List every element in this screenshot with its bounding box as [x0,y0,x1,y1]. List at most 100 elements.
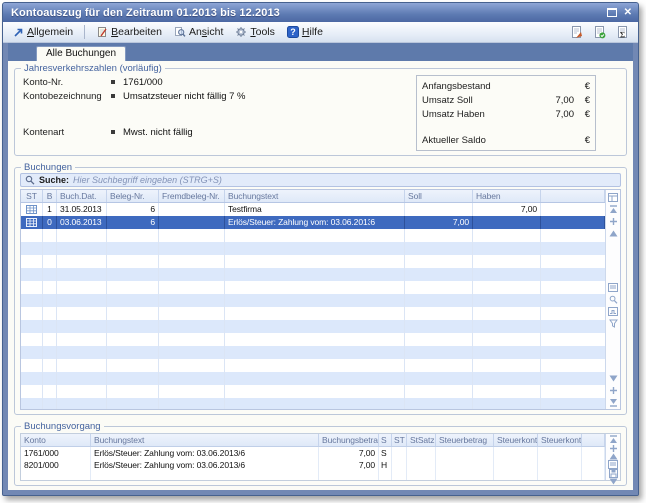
account-fields: Konto-Nr. 1761/000 Kontobezeichnung Umsa… [23,75,416,151]
empty-row[interactable] [21,385,605,398]
filter-icon[interactable] [607,318,620,330]
steuerbetrag-cell [436,447,494,459]
soll-cell: 7,00 [405,216,473,229]
col-header-steuerkonto2[interactable]: Steuerkonto 2 [538,434,582,446]
col-header-st[interactable]: ST [21,190,43,202]
col-header-b[interactable]: B [43,190,57,202]
soll-cell [405,203,473,216]
empty-row[interactable] [21,242,605,255]
buchungstext-cell: Testfirma [225,203,405,216]
col-header-belegnr[interactable]: Beleg-Nr. [107,190,159,202]
details-icon[interactable] [607,282,620,294]
save-icon[interactable] [607,469,620,478]
groupbox-legend: Jahresverkehrszahlen (vorläufig) [21,63,165,74]
col-header-st[interactable]: ST [392,434,407,446]
buchungstext-cell: Erlös/Steuer: Zahlung vom: 03.06.2013/ B… [91,447,319,459]
insert-icon[interactable] [607,215,620,227]
s-cell: S [379,447,392,459]
bullet-icon [111,130,115,134]
first-row-icon[interactable] [607,203,620,215]
empty-row[interactable] [21,320,605,333]
next-row-icon[interactable] [607,478,620,485]
empty-row[interactable] [21,255,605,268]
b-cell: 0 [43,216,57,229]
steuerkonto1-cell [494,447,538,459]
col-header-fremdbelegnr[interactable]: Fremdbeleg-Nr. [159,190,225,202]
col-header-buchungsbetrag[interactable]: Buchungsbetrag [319,434,379,446]
window-frame: Alle Buchungen Jahresverkehrszahlen (vor… [3,43,638,495]
col-header-buchungstext[interactable]: Buchungstext [91,434,319,446]
col-header-s[interactable]: S [379,434,392,446]
tab-alle-buchungen[interactable]: Alle Buchungen [36,46,126,61]
groupbox-legend: Buchungsvorgang [21,421,104,432]
vorgang-row[interactable]: 8201/000 Erlös/Steuer: Zahlung vom: 03.0… [21,459,605,471]
empty-row[interactable] [21,372,605,385]
first-row-icon[interactable] [607,435,620,444]
search-icon[interactable] [607,294,620,306]
empty-row[interactable] [21,268,605,281]
prev-row-icon[interactable] [607,227,620,239]
insert-icon[interactable] [607,444,620,453]
restore-icon[interactable] [607,8,617,17]
details-icon[interactable] [607,460,620,469]
steuerbetrag-cell [436,459,494,471]
doc-sigma-button[interactable]: Σ [613,24,632,41]
empty-row[interactable] [21,307,605,320]
grid-navigator [605,190,620,409]
empty-row[interactable] [21,229,605,242]
titlebar[interactable]: Kontoauszug für den Zeitraum 01.2013 bis… [3,3,638,22]
empty-row[interactable] [21,281,605,294]
next-row-icon[interactable] [607,372,620,384]
search-icon [25,175,35,185]
buchung-row[interactable]: 1 31.05.2013 6 Testfirma 7,00 [21,203,605,216]
col-header-steuerbetrag[interactable]: Steuerbetrag [436,434,494,446]
stsatz-cell [407,447,436,459]
vorgang-row[interactable]: 1761/000 Erlös/Steuer: Zahlung vom: 03.0… [21,447,605,459]
append-icon[interactable] [607,384,620,396]
col-header-konto[interactable]: Konto [21,434,91,446]
menubar: Allgemein Bearbeiten Ansicht [3,22,638,43]
sum-icon[interactable] [607,306,620,318]
vorgang-header-row: Konto Buchungstext Buchungsbetrag S ST S… [21,434,605,447]
col-header-buchungstext[interactable]: Buchungstext [225,190,405,202]
table-icon [26,218,37,227]
menu-label: Hilfe [302,26,323,38]
konto-cell: 8201/000 [21,459,91,471]
menu-separator [84,25,85,39]
empty-row[interactable] [21,471,605,480]
menu-ansicht[interactable]: Ansicht [170,25,227,39]
bullet-icon [111,94,115,98]
column-chooser-icon[interactable] [607,191,620,203]
menu-tools[interactable]: Tools [231,25,279,39]
menu-allgemein[interactable]: Allgemein [9,25,77,39]
magnifier-page-icon [174,26,186,38]
doc-check-icon [593,25,606,39]
menu-bearbeiten[interactable]: Bearbeiten [92,25,166,39]
empty-row[interactable] [21,359,605,372]
search-label: Suche: [39,175,69,185]
col-header-stsatz[interactable]: StSatz [407,434,436,446]
last-row-icon[interactable] [607,396,620,408]
col-header-haben[interactable]: Haben [473,190,541,202]
buchung-row-selected[interactable]: 0 03.06.2013 6 Erlös/Steuer: Zahlung vom… [21,216,605,229]
doc-export-button[interactable] [567,24,586,41]
doc-export-icon [570,25,583,39]
menu-hilfe[interactable]: ? Hilfe [283,25,327,39]
empty-row[interactable] [21,398,605,409]
col-header-buchdat[interactable]: Buch.Dat. [57,190,107,202]
prev-row-icon[interactable] [607,453,620,460]
summary-aktueller-saldo: Aktueller Saldo € [422,133,590,147]
summary-umsatz-haben: Umsatz Haben 7,00 € [422,107,590,121]
buchungstext-cell: Erlös/Steuer: Zahlung vom: 03.06.2013/ B… [91,459,319,471]
col-header-soll[interactable]: Soll [405,190,473,202]
doc-check-button[interactable] [590,24,609,41]
groupbox-jahresverkehrszahlen: Jahresverkehrszahlen (vorläufig) Konto-N… [14,68,627,156]
empty-row[interactable] [21,333,605,346]
close-icon[interactable]: ✕ [624,8,632,18]
col-header-steuerkonto1[interactable]: Steuerkonto 1 [494,434,538,446]
search-input[interactable] [73,174,616,186]
table-icon [26,205,37,214]
st-cell [392,459,407,471]
empty-row[interactable] [21,346,605,359]
empty-row[interactable] [21,294,605,307]
